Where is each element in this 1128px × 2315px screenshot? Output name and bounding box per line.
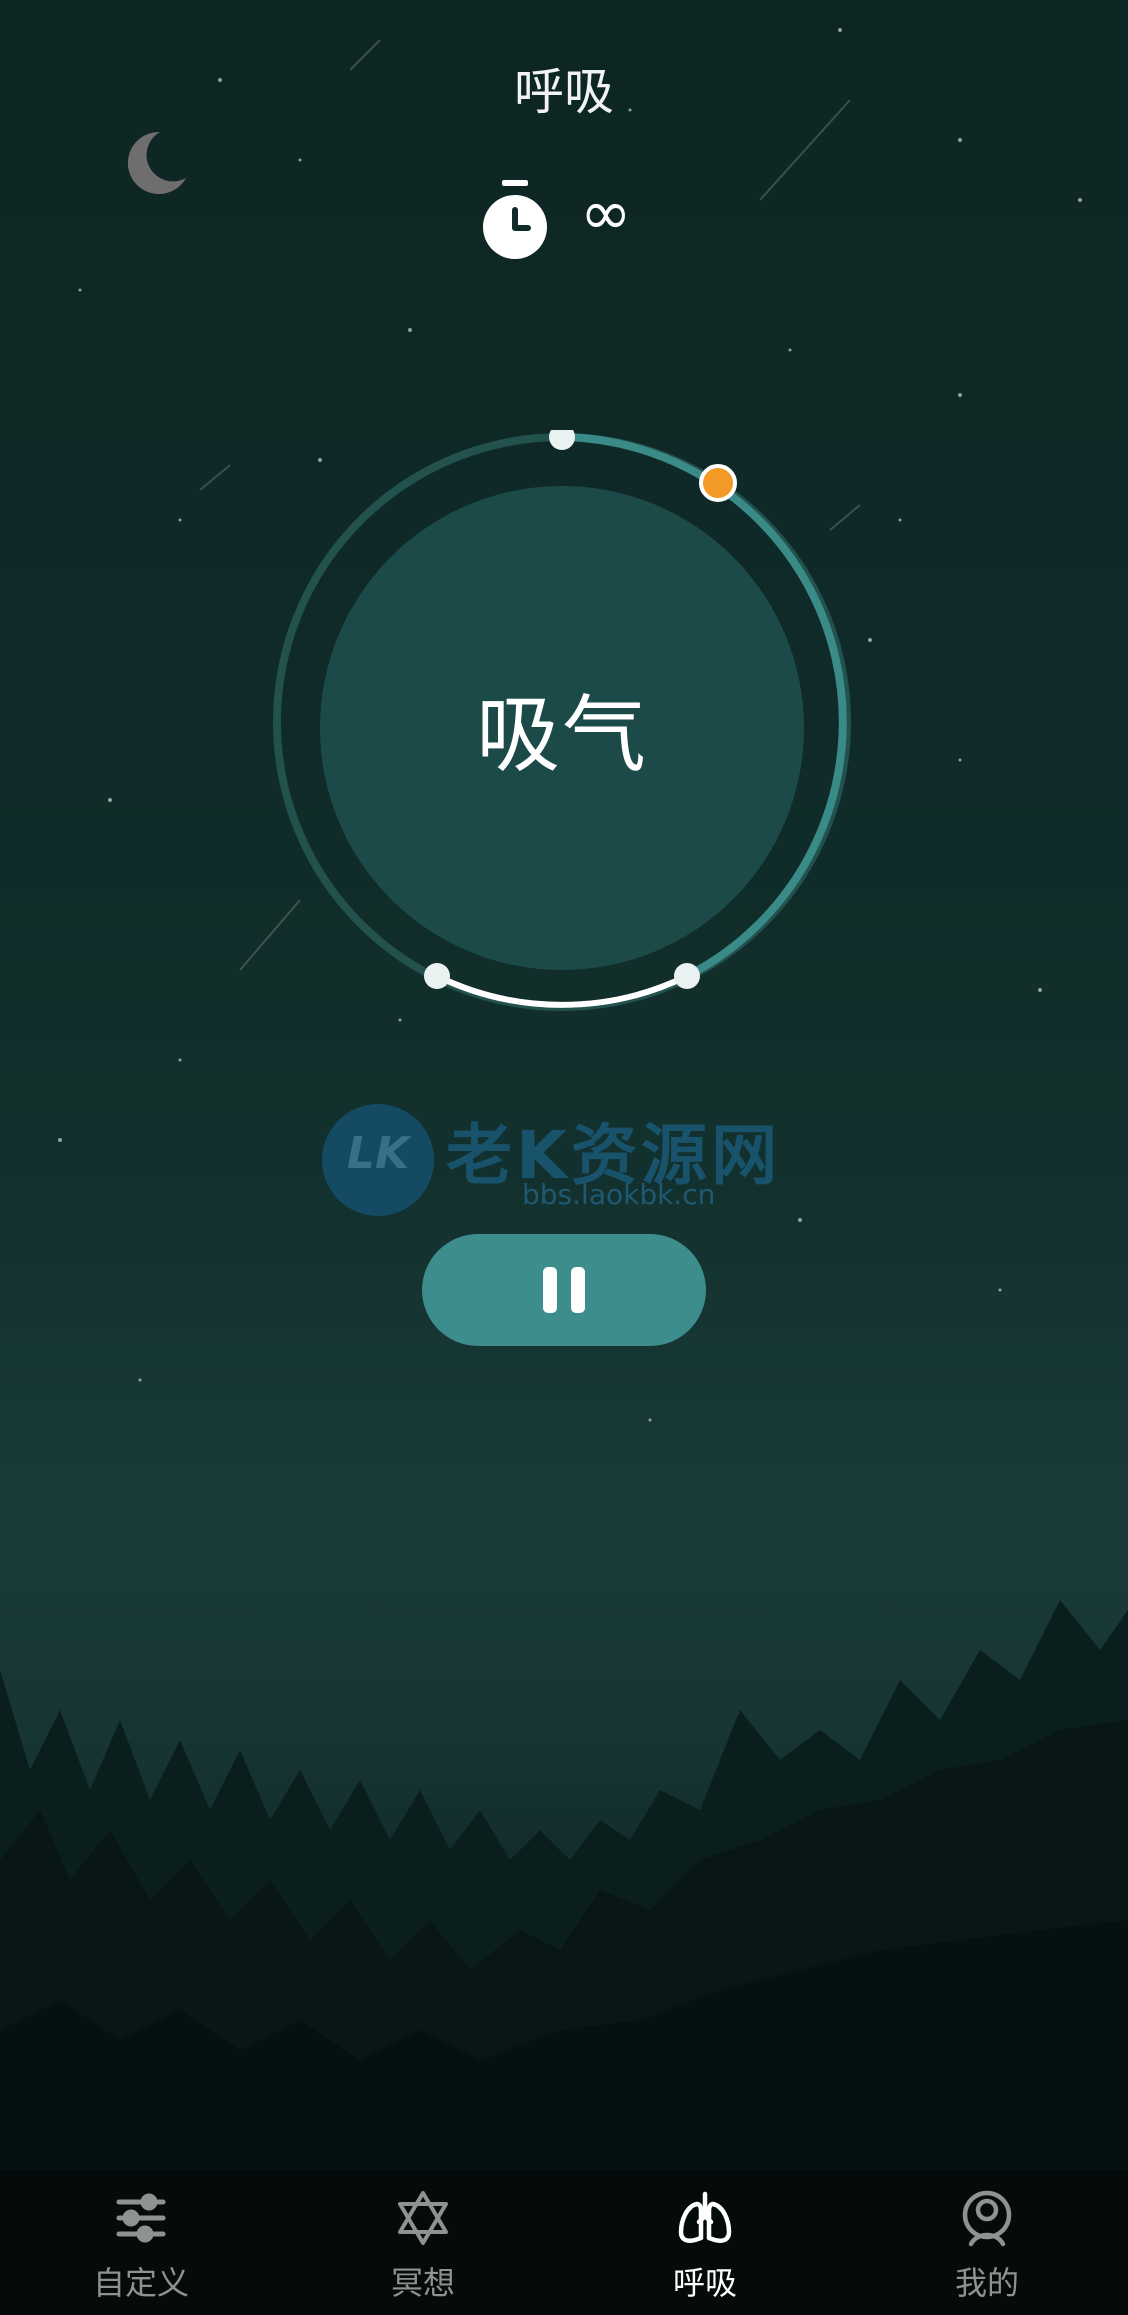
phase-marker-bottom-left bbox=[424, 963, 450, 989]
nav-item-custom[interactable]: 自定义 bbox=[0, 2170, 282, 2315]
phase-marker-bottom-right bbox=[674, 963, 700, 989]
lungs-icon bbox=[678, 2191, 732, 2243]
star-of-david-icon bbox=[398, 2191, 448, 2245]
nav-label-meditation: 冥想 bbox=[390, 2264, 455, 2302]
nav-item-profile[interactable]: 我的 bbox=[846, 2170, 1128, 2315]
stopwatch-icon[interactable] bbox=[480, 178, 550, 260]
watermark-url: bbs.laokbk.cn bbox=[522, 1178, 716, 1211]
duration-value[interactable]: ∞ bbox=[580, 182, 632, 244]
user-icon bbox=[962, 2190, 1012, 2247]
pause-button[interactable] bbox=[422, 1234, 706, 1346]
nav-label-custom: 自定义 bbox=[92, 2264, 189, 2302]
sliders-icon bbox=[116, 2193, 166, 2243]
breath-progress-indicator bbox=[699, 464, 737, 502]
nav-item-meditation[interactable]: 冥想 bbox=[282, 2170, 564, 2315]
watermark: LK 老K资源网 bbs.laokbk.cn bbox=[322, 1098, 822, 1220]
bottom-navigation: 自定义 冥想 呼吸 我的 bbox=[0, 2170, 1128, 2315]
breath-phase-label: 吸气 bbox=[475, 685, 648, 784]
moon-icon bbox=[127, 131, 186, 194]
nav-label-profile: 我的 bbox=[954, 2264, 1019, 2302]
breath-core-circle: 吸气 bbox=[320, 486, 804, 970]
nav-label-breathing: 呼吸 bbox=[672, 2264, 737, 2302]
forest-silhouette bbox=[0, 1600, 1128, 2170]
page-title: 呼吸 bbox=[514, 63, 614, 121]
watermark-logo-text: LK bbox=[346, 1128, 410, 1179]
phase-marker-top bbox=[549, 430, 575, 450]
nav-item-breathing[interactable]: 呼吸 bbox=[564, 2170, 846, 2315]
pause-icon bbox=[543, 1267, 585, 1313]
